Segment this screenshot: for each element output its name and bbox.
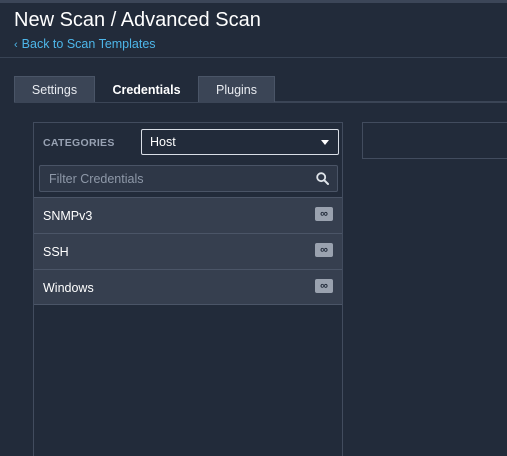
credential-details-panel [362,122,507,159]
top-strip [0,0,507,3]
credential-list: SNMPv3 ∞ SSH ∞ Windows ∞ [34,197,342,305]
search-icon[interactable] [316,172,329,185]
credential-item-ssh[interactable]: SSH ∞ [34,233,342,269]
filter-credentials-field[interactable] [39,165,338,192]
credential-categories-panel: CATEGORIES Host SNMPv3 ∞ SSH ∞ Windows ∞ [33,122,343,456]
credential-item-label: SNMPv3 [43,209,93,223]
tab-bar: Settings Credentials Plugins [14,76,275,103]
credential-item-windows[interactable]: Windows ∞ [34,269,342,305]
page-title: New Scan / Advanced Scan [14,9,261,31]
header-divider [0,57,507,58]
categories-label: CATEGORIES [43,137,115,149]
infinity-icon: ∞ [315,279,333,293]
category-select[interactable]: Host [141,129,339,155]
tab-settings[interactable]: Settings [14,76,95,103]
caret-down-icon [321,140,329,145]
tab-underline-right [275,101,507,103]
infinity-icon: ∞ [315,207,333,221]
back-to-templates-link[interactable]: ‹ Back to Scan Templates [14,37,156,51]
infinity-icon: ∞ [315,243,333,257]
credential-item-label: Windows [43,281,94,295]
filter-credentials-input[interactable] [40,166,310,191]
credential-item-snmpv3[interactable]: SNMPv3 ∞ [34,197,342,233]
tab-credentials[interactable]: Credentials [95,76,198,103]
credential-item-label: SSH [43,245,69,259]
tab-plugins[interactable]: Plugins [198,76,275,103]
back-link-label: Back to Scan Templates [21,37,156,51]
category-select-value: Host [150,135,176,149]
chevron-left-icon: ‹ [14,39,18,51]
